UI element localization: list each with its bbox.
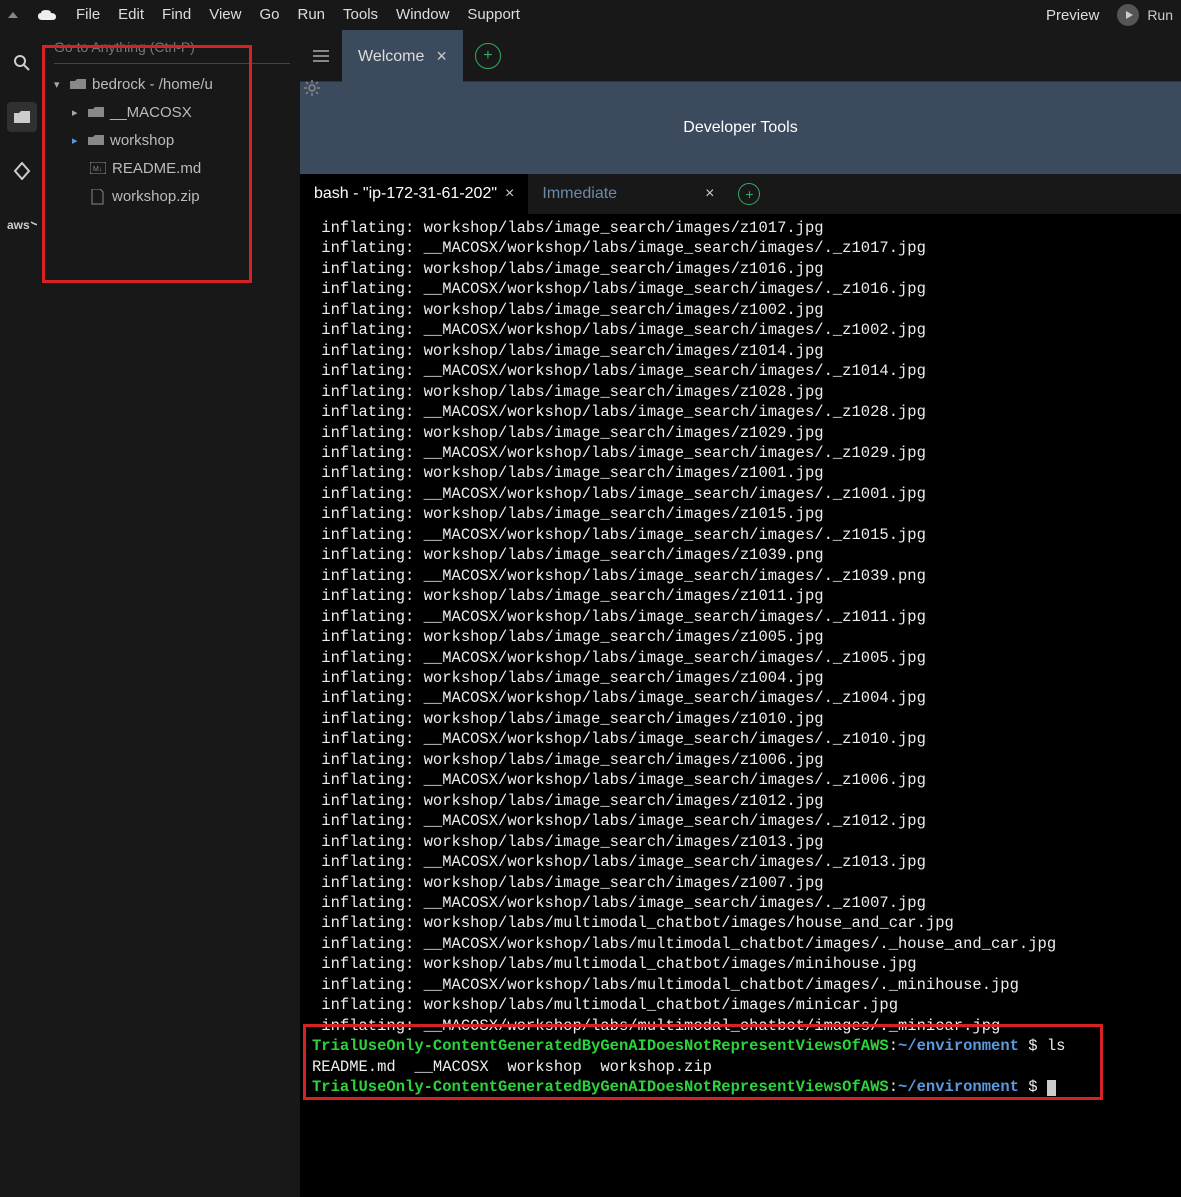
chevron-right-icon: ▸ (72, 106, 82, 119)
menu-support[interactable]: Support (467, 6, 520, 23)
run-label: Run (1147, 7, 1173, 23)
file-tree-sidebar: Go to Anything (Ctrl-P) ▾ bedrock - /hom… (44, 30, 300, 1197)
left-rail: aws (0, 30, 44, 1197)
menu-tools[interactable]: Tools (343, 6, 378, 23)
svg-text:M↓: M↓ (93, 166, 102, 173)
play-icon (1117, 4, 1139, 26)
menu-window[interactable]: Window (396, 6, 449, 23)
file-label: README.md (112, 160, 201, 177)
gear-icon[interactable] (304, 80, 320, 99)
menu-file[interactable]: File (76, 6, 100, 23)
header-title: Developer Tools (683, 119, 797, 137)
editor-tab-row: Welcome × + (300, 30, 1181, 82)
developer-tools-header: Developer Tools (300, 82, 1181, 174)
tree-file-readme[interactable]: M↓ README.md (44, 154, 300, 182)
menu-view[interactable]: View (209, 6, 241, 23)
markdown-icon: M↓ (90, 161, 106, 175)
close-icon[interactable]: × (705, 185, 714, 203)
tree-folder-macosx[interactable]: ▸ __MACOSX (44, 98, 300, 126)
terminal-tab-row: bash - "ip-172-31-61-202" × Immediate × … (300, 174, 1181, 214)
preview-button[interactable]: Preview (1046, 7, 1099, 24)
terminal-output[interactable]: inflating: workshop/labs/image_search/im… (300, 214, 1181, 1197)
tree-root[interactable]: ▾ bedrock - /home/u (44, 70, 300, 98)
menu-find[interactable]: Find (162, 6, 191, 23)
tree-folder-workshop[interactable]: ▸ workshop (44, 126, 300, 154)
menu-go[interactable]: Go (259, 6, 279, 23)
zip-icon (90, 189, 106, 203)
terminal-tab-bash[interactable]: bash - "ip-172-31-61-202" × (300, 174, 528, 214)
chevron-right-icon: ▸ (72, 134, 82, 147)
file-label: workshop.zip (112, 188, 200, 205)
menu-run[interactable]: Run (297, 6, 325, 23)
tab-label: Welcome (358, 48, 424, 66)
add-terminal-button[interactable]: + (738, 183, 760, 205)
collapse-icon[interactable] (8, 12, 18, 18)
goto-anything-input[interactable]: Go to Anything (Ctrl-P) (54, 30, 290, 64)
search-icon[interactable] (7, 48, 37, 78)
term-tab-label: Immediate (542, 185, 617, 203)
menu-edit[interactable]: Edit (118, 6, 144, 23)
panel-menu-icon[interactable] (300, 50, 342, 62)
add-tab-button[interactable]: + (475, 43, 501, 69)
menu-bar: File Edit Find View Go Run Tools Window … (0, 0, 1181, 30)
tab-welcome[interactable]: Welcome × (342, 30, 463, 82)
folder-icon (70, 77, 86, 91)
root-label: bedrock - /home/u (92, 76, 213, 93)
environment-icon[interactable] (7, 102, 37, 132)
term-tab-label: bash - "ip-172-31-61-202" (314, 185, 497, 203)
run-button[interactable]: Run (1117, 4, 1173, 26)
cloud9-icon[interactable] (36, 6, 58, 23)
folder-icon (88, 105, 104, 119)
folder-label: __MACOSX (110, 104, 192, 121)
chevron-down-icon: ▾ (54, 78, 64, 91)
tree-file-workshop-zip[interactable]: workshop.zip (44, 182, 300, 210)
folder-label: workshop (110, 132, 174, 149)
close-icon[interactable]: × (505, 185, 514, 203)
goto-placeholder: Go to Anything (Ctrl-P) (54, 39, 195, 55)
aws-icon[interactable]: aws (7, 210, 37, 240)
source-control-icon[interactable] (7, 156, 37, 186)
folder-icon (88, 133, 104, 147)
close-icon[interactable]: × (436, 46, 447, 67)
terminal-tab-immediate[interactable]: Immediate × (528, 174, 728, 214)
